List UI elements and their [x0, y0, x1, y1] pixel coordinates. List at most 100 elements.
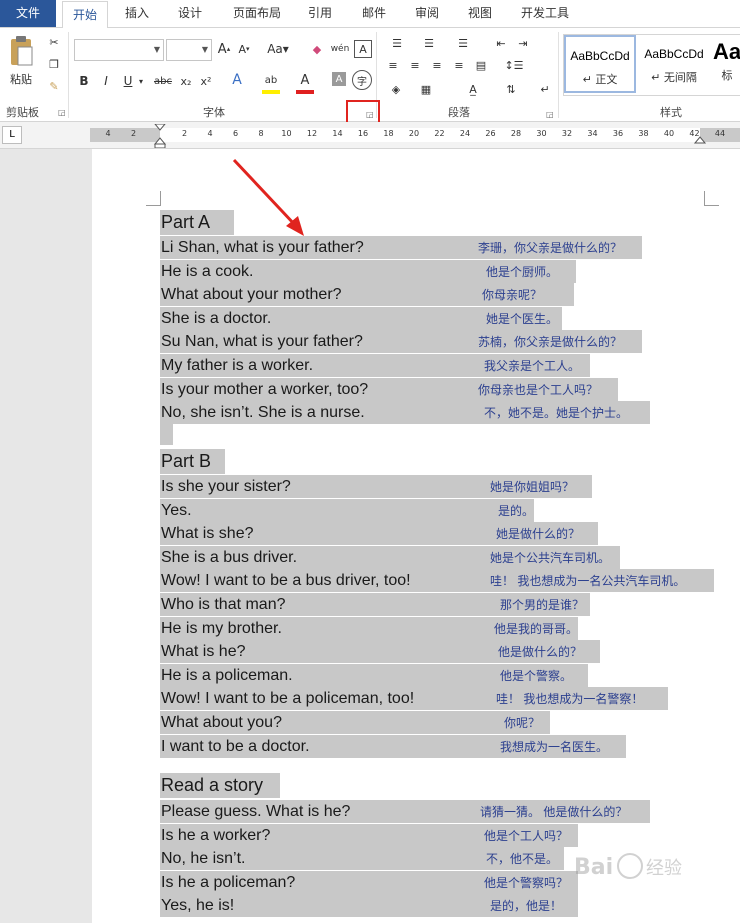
tab-page-layout[interactable]: 页面布局 [226, 0, 288, 27]
chinese-translation: 是的，他是！ [490, 899, 563, 914]
blank-line [160, 423, 173, 445]
cut-icon[interactable]: ✂ [46, 34, 62, 50]
highlight-box [346, 100, 380, 124]
clear-format-icon[interactable]: ◆ [308, 40, 326, 58]
strikethrough-button[interactable]: abc [152, 72, 174, 90]
ruler-tick-label: 24 [459, 129, 471, 138]
align-center-icon[interactable]: ≡ [406, 56, 424, 74]
dialogue-line: What is she? 她是做什么的？ [160, 522, 598, 546]
ruler-bar: L 4 2 2 4 6 8 10 12 14 16 18 20 22 24 26 28 30 32 34 36 38 40… [0, 122, 740, 149]
indent-marker-icon[interactable] [153, 124, 167, 148]
character-border-button[interactable]: A [354, 40, 372, 58]
chinese-translation: 你呢？ [504, 716, 541, 730]
format-painter-icon[interactable]: ✎ [46, 78, 62, 94]
superscript-button[interactable]: x² [198, 72, 214, 90]
dialogue-line: No, he isn’t. 不，他不是。 [160, 847, 564, 871]
ruler-tick-label: 16 [357, 129, 369, 138]
dialogue-line: Is your mother a worker, too? 你母亲也是个工人吗？ [160, 377, 618, 401]
chinese-translation: 是的。 [498, 503, 535, 518]
tab-insert[interactable]: 插入 [115, 0, 159, 27]
ruler-tick-label: 8 [258, 129, 264, 138]
tab-mailings[interactable]: 邮件 [352, 0, 396, 27]
style-heading[interactable]: Aa 标 [712, 35, 740, 93]
increase-indent-icon[interactable]: ⇥ [514, 34, 532, 52]
italic-button[interactable]: I [98, 72, 114, 90]
font-name-combo[interactable]: ▼ [74, 39, 164, 61]
styles-group-label: 样式 [660, 106, 682, 119]
font-group-label: 字体 [203, 106, 225, 119]
chevron-down-icon[interactable]: ▾ [136, 72, 146, 90]
numbering-icon[interactable]: ☰ [416, 34, 442, 52]
borders-icon[interactable]: ▦ [414, 80, 438, 98]
chinese-translation: 她是做什么的？ [496, 527, 581, 542]
dialogue-line: My father is a worker. 我父亲是个工人。 [160, 354, 590, 377]
font-color-button[interactable]: A [296, 70, 314, 94]
chinese-translation: 你母亲呢？ [482, 288, 543, 303]
underline-button[interactable]: U [120, 72, 136, 90]
tab-stop-selector[interactable]: L [2, 126, 22, 144]
ruler-tick-label: 40 [663, 129, 675, 138]
tab-view[interactable]: 视图 [458, 0, 502, 27]
tab-home[interactable]: 开始 [62, 1, 108, 30]
english-text: Yes, he is! [161, 897, 235, 915]
chinese-layout-icon[interactable]: A̲ [460, 80, 486, 98]
bold-button[interactable]: B [76, 72, 92, 90]
ruler-tick-label: 34 [587, 129, 598, 138]
chinese-translation: 不，她不是。她是个护士。 [484, 406, 629, 421]
multilevel-list-icon[interactable]: ☰ [450, 34, 476, 52]
shrink-font-icon[interactable]: A ▾ [236, 40, 252, 58]
styles-gallery: AaBbCcDd ↵ 正文 AaBbCcDd ↵ 无间隔 Aa 标 [563, 34, 740, 96]
paragraph-group-label: 段落 [448, 106, 470, 119]
subscript-button[interactable]: x₂ [178, 72, 194, 90]
tab-developer[interactable]: 开发工具 [512, 0, 578, 27]
copy-icon[interactable]: ❐ [46, 56, 62, 72]
character-shading-button[interactable]: A [332, 72, 346, 86]
dialogue-line: Li Shan, what is your father? 李珊，你父亲是做什么的… [160, 236, 642, 259]
chinese-translation: 我父亲是个工人。 [484, 359, 581, 373]
enclose-characters-button[interactable]: 字 [352, 70, 372, 90]
shading-icon[interactable]: ◈ [384, 80, 408, 98]
paste-button[interactable]: 粘贴 [4, 72, 38, 86]
english-text: Li Shan, what is your father? [161, 239, 364, 256]
chinese-translation: 他是个厨师。 [486, 264, 559, 279]
horizontal-ruler[interactable]: 4 2 2 4 6 8 10 12 14 16 18 20 22 24 26 28 30 32 34 36 38 40 42… [90, 124, 740, 148]
grow-font-icon[interactable]: A ▴ [216, 40, 232, 58]
show-marks-icon[interactable]: ↵ [536, 80, 554, 98]
english-text: She is a bus driver. [161, 548, 298, 566]
ruler-tick-label: 18 [383, 129, 394, 138]
style-no-spacing[interactable]: AaBbCcDd ↵ 无间隔 [638, 35, 710, 93]
bullets-icon[interactable]: ☰ [384, 34, 410, 52]
tab-file[interactable]: 文件 [0, 0, 56, 27]
dialogue-line: She is a bus driver. 她是个公共汽车司机。 [160, 545, 620, 569]
font-size-combo[interactable]: ▼ [166, 39, 212, 61]
highlight-button[interactable]: ab [262, 70, 280, 94]
distributed-icon[interactable]: ▤ [472, 56, 490, 74]
change-case-button[interactable]: Aa ▾ [264, 40, 292, 58]
chinese-translation: 他是个警察吗？ [484, 875, 569, 890]
chinese-translation: 她是你姐姐吗？ [490, 480, 575, 494]
english-text: Wow! I want to be a bus driver, too! [161, 572, 411, 590]
line-spacing-icon[interactable]: ↕☰ [502, 56, 526, 74]
tab-review[interactable]: 审阅 [405, 0, 449, 27]
paragraph-dialog-launcher[interactable]: ◲ [546, 110, 554, 119]
dialogue-line: Wow! I want to be a bus driver, too! 哇！ 我… [160, 569, 714, 593]
tab-references[interactable]: 引用 [298, 0, 342, 27]
justify-icon[interactable]: ≡ [450, 56, 468, 74]
phonetic-guide-button[interactable]: wén [330, 38, 350, 60]
text-effects-button[interactable]: A [228, 70, 246, 90]
style-normal[interactable]: AaBbCcDd ↵ 正文 [564, 35, 636, 93]
chinese-translation: 请猜一猜。 他是做什么的？ [480, 805, 628, 819]
section-heading-read-a-story: Read a story [160, 773, 280, 798]
decrease-indent-icon[interactable]: ⇤ [492, 34, 510, 52]
align-right-icon[interactable]: ≡ [428, 56, 446, 74]
align-left-icon[interactable]: ≡ [384, 56, 402, 74]
english-text: Who is that man? [161, 596, 286, 613]
chinese-translation: 你母亲也是个工人吗？ [478, 382, 599, 397]
chinese-translation: 哇！ 我也想成为一名警察！ [496, 692, 644, 707]
clipboard-dialog-launcher[interactable]: ◲ [58, 108, 66, 117]
chinese-translation: 我想成为一名医生。 [500, 739, 609, 754]
tab-design[interactable]: 设计 [168, 0, 212, 27]
sort-icon[interactable]: ⇅ [502, 80, 520, 98]
paste-icon[interactable] [4, 32, 38, 70]
ruler-tick-label: 12 [306, 129, 318, 138]
